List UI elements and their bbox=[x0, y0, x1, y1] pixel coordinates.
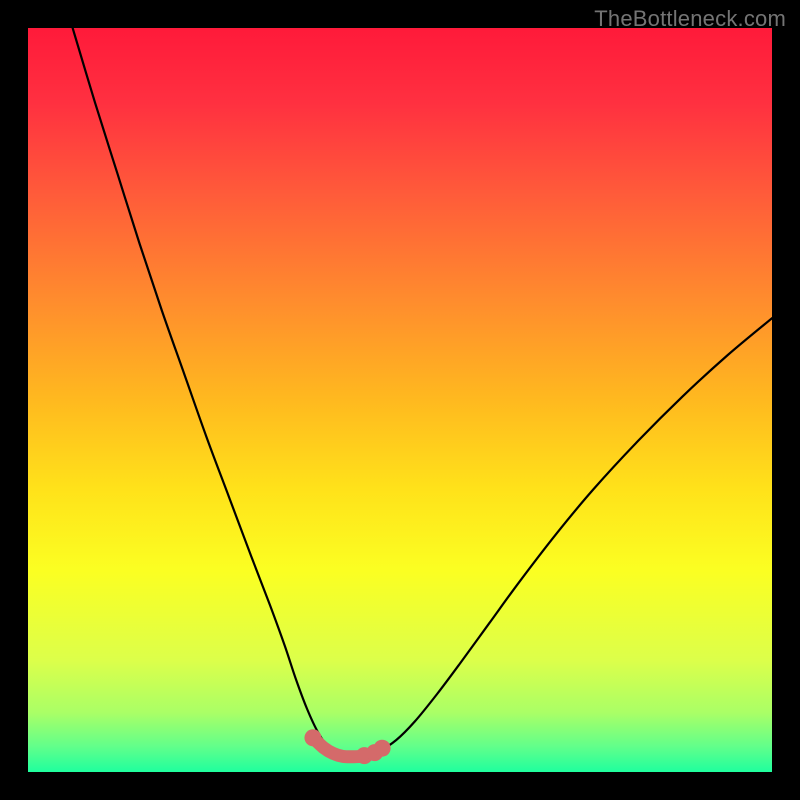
curve-path bbox=[73, 28, 772, 757]
watermark-text: TheBottleneck.com bbox=[594, 6, 786, 32]
bottleneck-curve bbox=[28, 28, 772, 772]
chart-container: TheBottleneck.com bbox=[0, 0, 800, 800]
plot-area bbox=[28, 28, 772, 772]
